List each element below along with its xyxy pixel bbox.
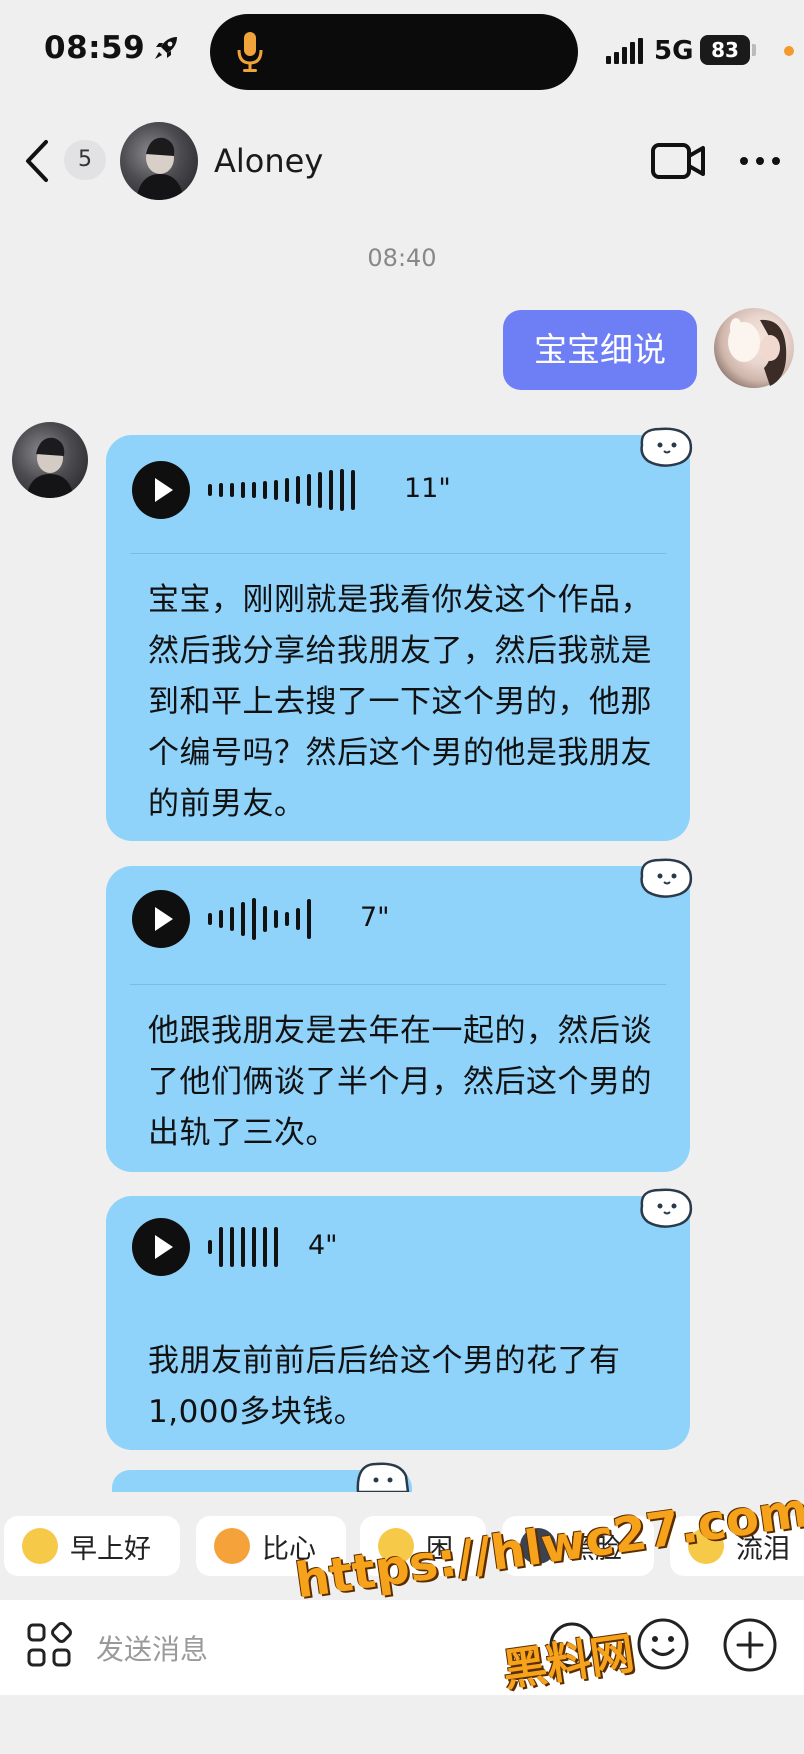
play-button[interactable]	[132, 890, 190, 948]
quick-reply-chip[interactable]: 黑脸	[502, 1516, 654, 1576]
apps-grid-icon[interactable]	[26, 1622, 72, 1668]
quick-reply-label: 比心	[262, 1533, 316, 1565]
bubble-mascot-icon	[640, 427, 693, 467]
voice-message-bubble[interactable]: 7" 他跟我朋友是去年在一起的，然后谈了他们俩谈了半个月，然后这个男的出轨了三次…	[106, 858, 693, 1172]
network-type: 5G	[654, 36, 694, 66]
microphone-icon	[237, 32, 263, 72]
voice-transcript: 宝宝，刚刚就是我看你发这个作品，然后我分享给我朋友了，然后我就是到和平上去搜了一…	[148, 582, 652, 822]
sleepy-face-icon	[378, 1528, 414, 1564]
battery-level: 83	[700, 35, 750, 65]
voice-duration: 4"	[308, 1230, 338, 1261]
sun-face-icon	[22, 1528, 58, 1564]
rocket-icon	[155, 37, 177, 59]
play-button[interactable]	[132, 461, 190, 519]
status-time: 08:59	[44, 30, 146, 66]
contact-name[interactable]: Aloney	[214, 142, 323, 180]
heart-hands-icon	[214, 1528, 250, 1564]
play-button[interactable]	[132, 1218, 190, 1276]
bubble-mascot-icon	[640, 1188, 693, 1228]
voice-message-bubble[interactable]: 11" 宝宝，刚刚就是我看你发这个作品，然后我分享给我朋友了，然后我就是到和平上…	[106, 427, 693, 841]
bubble-divider	[130, 984, 666, 985]
contact-avatar-message[interactable]	[12, 422, 88, 498]
quick-reply-label: 早上好	[70, 1533, 151, 1565]
voice-duration: 11"	[404, 473, 451, 504]
battery-tip	[752, 44, 756, 56]
quick-reply-chip[interactable]: 比心	[196, 1516, 346, 1576]
quick-reply-label: 流泪	[736, 1533, 790, 1565]
emoji-icon[interactable]	[636, 1617, 690, 1671]
voice-waveform	[208, 896, 311, 942]
sent-message-bubble[interactable]: 宝宝细说	[503, 310, 697, 390]
voice-input-icon[interactable]	[548, 1621, 596, 1669]
bubble-divider	[130, 1310, 666, 1311]
voice-duration: 7"	[360, 902, 390, 933]
crying-face-icon	[688, 1528, 724, 1564]
privacy-indicator-dot	[784, 46, 794, 56]
quick-reply-chip[interactable]: 流泪	[670, 1516, 804, 1576]
bubble-mascot-icon	[356, 1462, 410, 1492]
contact-avatar[interactable]	[120, 122, 198, 200]
dynamic-island	[210, 14, 578, 90]
my-avatar[interactable]	[714, 308, 794, 388]
dark-face-icon	[520, 1528, 556, 1564]
quick-reply-chip[interactable]: 早上好	[4, 1516, 180, 1576]
voice-transcript: 我朋友前前后后给这个男的花了有1,000多块钱。	[148, 1343, 621, 1430]
message-timestamp: 08:40	[367, 244, 437, 272]
quick-reply-chip[interactable]: 困	[360, 1516, 486, 1576]
video-call-icon[interactable]	[650, 138, 706, 184]
voice-waveform	[208, 467, 355, 513]
message-input[interactable]: 发送消息	[96, 1628, 208, 1668]
plus-icon[interactable]	[722, 1617, 778, 1673]
back-chevron-icon[interactable]	[20, 138, 52, 184]
signal-icon	[606, 38, 643, 64]
more-icon[interactable]	[738, 150, 782, 172]
quick-reply-label: 困	[426, 1533, 453, 1565]
bubble-divider	[130, 553, 666, 554]
bubble-mascot-icon	[640, 858, 693, 898]
voice-message-bubble[interactable]: 4" 我朋友前前后后给这个男的花了有1,000多块钱。	[106, 1188, 693, 1450]
voice-waveform	[208, 1224, 278, 1270]
quick-reply-label: 黑脸	[568, 1533, 622, 1565]
voice-transcript: 他跟我朋友是去年在一起的，然后谈了他们俩谈了半个月，然后这个男的出轨了三次。	[148, 1013, 652, 1151]
unread-count-badge[interactable]: 5	[64, 140, 106, 180]
